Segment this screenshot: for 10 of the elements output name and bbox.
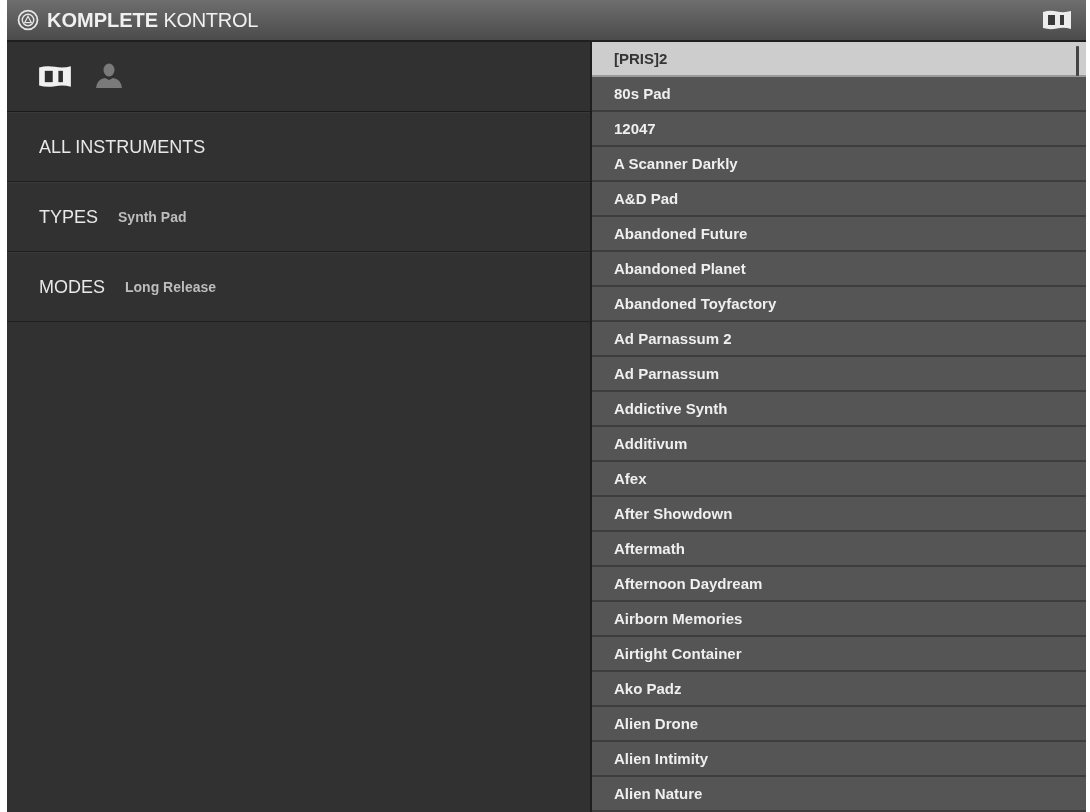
preset-row[interactable]: [PRIS]2 — [592, 42, 1086, 77]
logo-icon — [1042, 10, 1072, 30]
app-title: KOMPLETE KONTROL — [47, 8, 258, 32]
user-icon[interactable] — [96, 61, 122, 88]
ring-logo-icon — [17, 9, 39, 31]
scrollbar-thumb[interactable] — [1076, 46, 1079, 76]
filter-item[interactable]: TYPES Synth Pad — [7, 182, 590, 252]
filter-item[interactable]: ALL INSTRUMENTS — [7, 112, 590, 182]
filter-item[interactable]: MODES Long Release — [7, 252, 590, 322]
logo-icon[interactable] — [38, 65, 72, 88]
